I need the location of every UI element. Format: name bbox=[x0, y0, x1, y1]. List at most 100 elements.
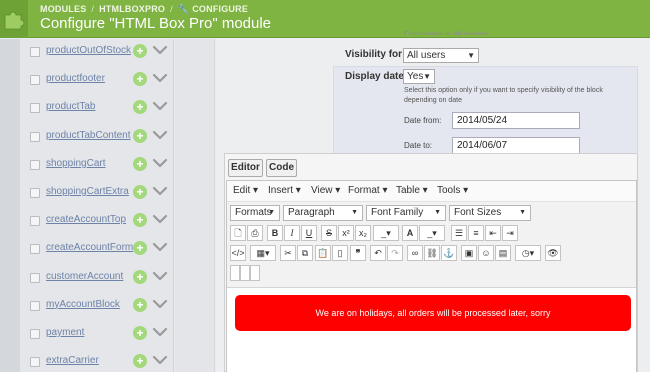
new-document-icon[interactable]: 🗋 bbox=[230, 225, 246, 241]
add-icon[interactable]: + bbox=[133, 326, 147, 340]
chevron-down-icon[interactable] bbox=[151, 210, 169, 228]
add-icon[interactable]: + bbox=[133, 354, 147, 369]
paste-icon[interactable]: 📋 bbox=[315, 245, 331, 261]
hook-link[interactable]: payment bbox=[46, 327, 84, 338]
paste-text-icon[interactable]: ▯ bbox=[332, 245, 348, 261]
breadcrumb-configure[interactable]: CONFIGURE bbox=[192, 4, 248, 14]
superscript-icon[interactable]: x² bbox=[338, 225, 354, 241]
emoticons-icon[interactable]: ☺ bbox=[478, 245, 494, 261]
add-icon[interactable]: + bbox=[133, 297, 147, 312]
chevron-down-icon[interactable] bbox=[151, 267, 169, 285]
chevron-down-icon[interactable] bbox=[151, 295, 169, 313]
hook-link[interactable]: shoppingCart bbox=[46, 158, 105, 169]
hook-checkbox[interactable] bbox=[30, 244, 40, 255]
date-from-input[interactable]: 2014/05/24 bbox=[452, 112, 580, 129]
hook-link[interactable]: extraCarrier bbox=[46, 355, 99, 366]
hook-link[interactable]: createAccountForm bbox=[46, 242, 133, 253]
hook-link[interactable]: productfooter bbox=[46, 73, 105, 84]
add-icon[interactable]: + bbox=[133, 100, 147, 115]
hook-link[interactable]: productTabContent bbox=[46, 130, 131, 141]
menu-view[interactable]: View ▾ bbox=[311, 185, 340, 196]
chevron-down-icon[interactable] bbox=[151, 238, 169, 256]
editor-content-area[interactable]: We are on holidays, all orders will be p… bbox=[227, 288, 636, 372]
hook-checkbox[interactable] bbox=[30, 75, 40, 86]
anchor-icon[interactable]: ⚓ bbox=[441, 245, 457, 261]
hook-checkbox[interactable] bbox=[30, 272, 40, 283]
background-color-icon[interactable]: _▾ bbox=[419, 225, 445, 241]
formats-select[interactable]: Formats ▼ bbox=[230, 205, 280, 221]
breadcrumb-htmlboxpro[interactable]: HTMLBOXPRO bbox=[99, 4, 165, 14]
add-icon[interactable]: + bbox=[133, 241, 147, 256]
outdent-icon[interactable]: ⇤ bbox=[485, 225, 501, 241]
display-date-select[interactable]: Yes ▼ bbox=[403, 69, 435, 84]
hook-checkbox[interactable] bbox=[30, 159, 40, 170]
chevron-down-icon[interactable] bbox=[151, 351, 169, 369]
hook-link[interactable]: shoppingCartExtra bbox=[46, 186, 129, 197]
chevron-down-icon[interactable] bbox=[151, 182, 169, 200]
add-icon[interactable]: + bbox=[133, 156, 147, 171]
chevron-down-icon[interactable] bbox=[151, 69, 169, 87]
hook-link[interactable]: customerAccount bbox=[46, 271, 123, 282]
image-icon[interactable]: ▣ bbox=[461, 245, 477, 261]
hook-checkbox[interactable] bbox=[30, 329, 40, 339]
breadcrumb-modules[interactable]: MODULES bbox=[40, 4, 86, 14]
toolbar-button-blank[interactable] bbox=[230, 265, 240, 281]
media-icon[interactable]: ▤ bbox=[495, 245, 511, 261]
strikethrough-icon[interactable]: S bbox=[321, 225, 337, 241]
add-icon[interactable]: + bbox=[133, 213, 147, 228]
add-icon[interactable]: + bbox=[133, 44, 147, 58]
link-icon[interactable]: ∞ bbox=[407, 245, 423, 261]
bullet-list-icon[interactable]: ☰ bbox=[451, 225, 467, 241]
toolbar-button-blank[interactable] bbox=[250, 265, 260, 281]
menu-insert[interactable]: Insert ▾ bbox=[268, 185, 301, 196]
insert-datetime-icon[interactable]: ◷▾ bbox=[515, 245, 541, 261]
menu-table[interactable]: Table ▾ bbox=[396, 185, 428, 196]
indent-icon[interactable]: ⇥ bbox=[502, 225, 518, 241]
copy-icon[interactable]: ⧉ bbox=[297, 245, 313, 261]
add-icon[interactable]: + bbox=[133, 128, 147, 143]
text-color-icon[interactable]: _▾ bbox=[373, 225, 399, 241]
date-to-input[interactable]: 2014/06/07 bbox=[452, 137, 580, 154]
hook-link[interactable]: myAccountBlock bbox=[46, 299, 120, 310]
toolbar-button-blank[interactable] bbox=[240, 265, 250, 281]
source-code-icon[interactable]: </> bbox=[230, 245, 246, 261]
numbered-list-icon[interactable]: ≡ bbox=[468, 225, 484, 241]
print-icon[interactable]: ⎙ bbox=[247, 225, 263, 241]
chevron-down-icon[interactable] bbox=[151, 126, 169, 144]
table-icon[interactable]: ▦▾ bbox=[250, 245, 276, 261]
redo-icon[interactable]: ↷ bbox=[387, 245, 403, 261]
blockquote-icon[interactable]: ❞ bbox=[350, 245, 366, 261]
hook-checkbox[interactable] bbox=[30, 216, 40, 227]
italic-icon[interactable]: I bbox=[284, 225, 300, 241]
subscript-icon[interactable]: x₂ bbox=[355, 225, 371, 241]
hook-checkbox[interactable] bbox=[30, 103, 40, 114]
menu-tools[interactable]: Tools ▾ bbox=[437, 185, 468, 196]
add-icon[interactable]: + bbox=[133, 185, 147, 199]
hook-checkbox[interactable] bbox=[30, 188, 40, 198]
visibility-select[interactable]: All users ▼ bbox=[403, 48, 479, 63]
chevron-down-icon[interactable] bbox=[151, 323, 169, 341]
menu-edit[interactable]: Edit ▾ bbox=[233, 185, 258, 196]
hook-checkbox[interactable] bbox=[30, 47, 40, 57]
chevron-down-icon[interactable] bbox=[151, 154, 169, 172]
font-sizes-select[interactable]: Font Sizes ▼ bbox=[449, 205, 531, 221]
add-icon[interactable]: + bbox=[133, 72, 147, 87]
cut-icon[interactable]: ✂ bbox=[280, 245, 296, 261]
font-family-select[interactable]: Font Family ▼ bbox=[366, 205, 446, 221]
hook-link[interactable]: productTab bbox=[46, 101, 95, 112]
hook-link[interactable]: productOutOfStock bbox=[46, 45, 131, 56]
hook-checkbox[interactable] bbox=[30, 300, 40, 311]
add-icon[interactable]: + bbox=[133, 269, 147, 284]
underline-icon[interactable]: U bbox=[301, 225, 317, 241]
bold-icon[interactable]: B bbox=[267, 225, 283, 241]
hook-checkbox[interactable] bbox=[30, 357, 40, 368]
preview-icon[interactable]: 👁 bbox=[545, 245, 561, 261]
menu-format[interactable]: Format ▾ bbox=[348, 185, 387, 196]
code-mode-button[interactable]: Code bbox=[266, 159, 297, 177]
editor-mode-button[interactable]: Editor bbox=[228, 159, 263, 177]
font-color-icon[interactable]: A bbox=[402, 225, 418, 241]
hook-checkbox[interactable] bbox=[30, 131, 40, 142]
undo-icon[interactable]: ↶ bbox=[370, 245, 386, 261]
hook-link[interactable]: createAccountTop bbox=[46, 214, 126, 225]
chevron-down-icon[interactable] bbox=[151, 97, 169, 115]
